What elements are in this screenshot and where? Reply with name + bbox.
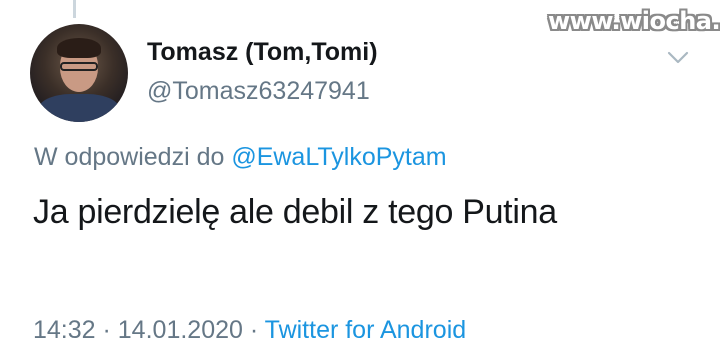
reply-mention-link[interactable]: @EwaLTylkoPytam (231, 143, 446, 171)
avatar[interactable] (30, 24, 128, 122)
tweet-text: Ja pierdzielę ale debil z tego Putina (33, 193, 557, 231)
avatar-hair (57, 38, 101, 58)
tweet-meta: 14:32 · 14.01.2020 · Twitter for Android (33, 316, 466, 345)
thread-connector-line (73, 0, 76, 18)
reply-prefix: W odpowiedzi do (34, 143, 232, 171)
tweet-time[interactable]: 14:32 (33, 316, 96, 344)
tweet-date[interactable]: 14.01.2020 (118, 316, 243, 344)
display-name[interactable]: Tomasz (Tom,Tomi) (147, 38, 378, 67)
user-handle[interactable]: @Tomasz63247941 (147, 77, 370, 106)
watermark: www.wiocha.pl (548, 7, 720, 35)
meta-separator: · (242, 316, 265, 344)
avatar-glasses (60, 62, 98, 71)
meta-separator: · (95, 316, 118, 344)
reply-context: W odpowiedzi do @EwaLTylkoPytam (34, 143, 447, 172)
tweet-source-link[interactable]: Twitter for Android (265, 316, 466, 344)
avatar-shirt (38, 94, 120, 122)
chevron-down-icon[interactable] (667, 51, 689, 65)
